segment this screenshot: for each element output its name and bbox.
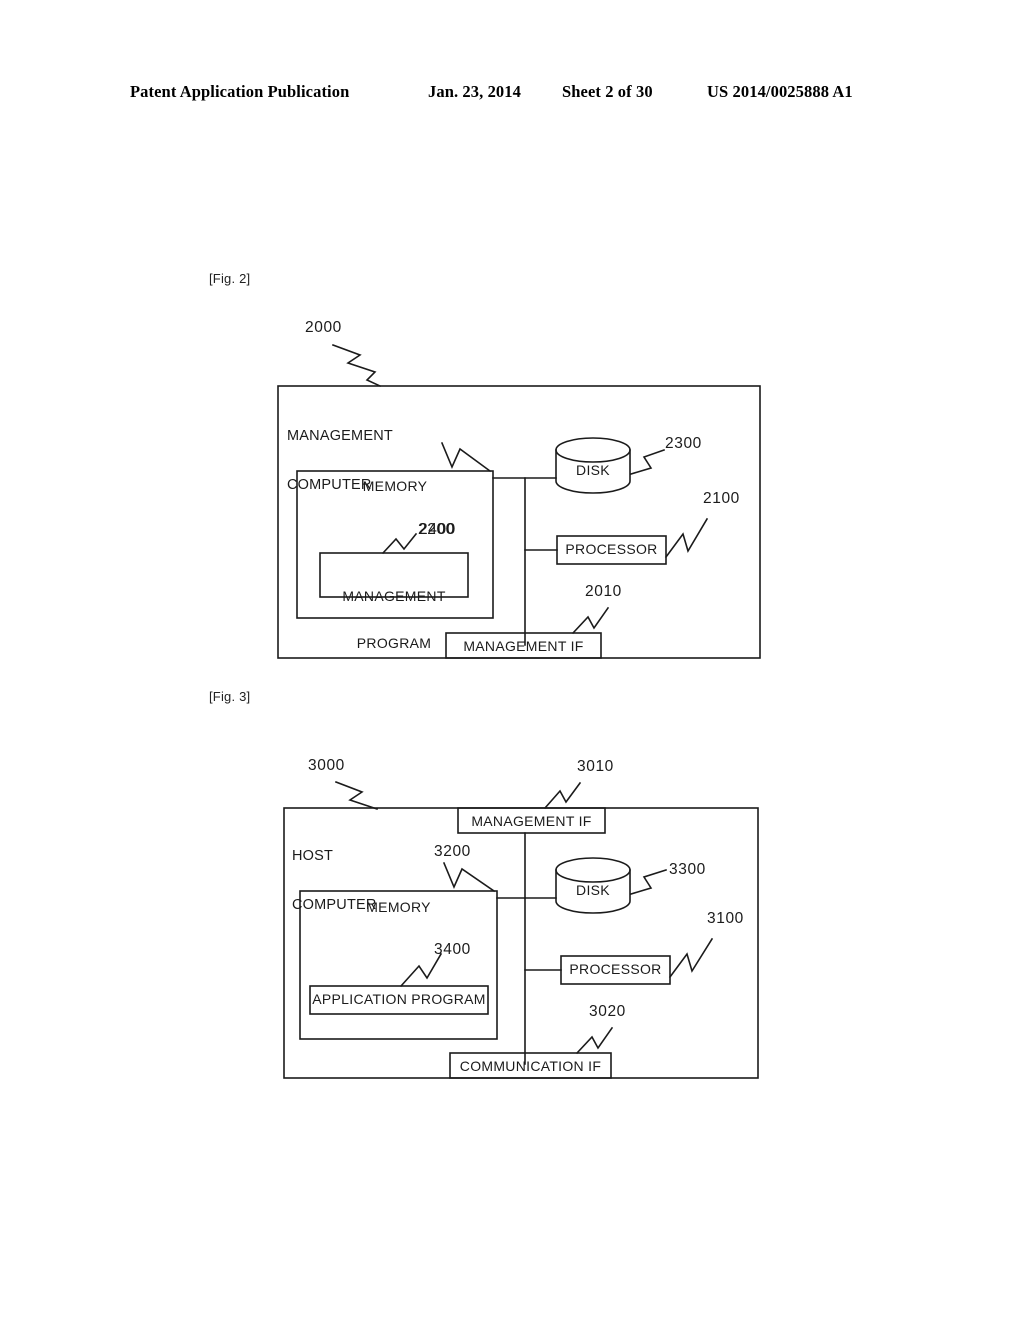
fig2-program-line1: MANAGEMENT <box>342 588 446 605</box>
fig3-communication-if-label: COMMUNICATION IF <box>459 1058 602 1074</box>
fig3-leader-3400 <box>399 952 443 988</box>
patent-drawing-canvas <box>277 343 761 1079</box>
fig2-leader-2100 <box>664 517 709 559</box>
fig3-disk-label: DISK <box>576 882 610 898</box>
fig3-processor-label: PROCESSOR <box>569 961 662 977</box>
fig3-application-program-label: APPLICATION PROGRAM <box>312 991 486 1007</box>
header-patent-number: US 2014/0025888 A1 <box>707 82 853 101</box>
fig3-ref-3010: 3010 <box>577 758 614 775</box>
fig3-management-if-label: MANAGEMENT IF <box>471 813 592 829</box>
fig3-leader-3020 <box>575 1026 614 1055</box>
fig3-leader-3300 <box>630 868 668 895</box>
fig2-leader-2400 <box>381 532 418 555</box>
fig2-leader-2000 <box>331 343 382 388</box>
fig2-leader-2010 <box>571 606 610 635</box>
fig2-disk-label: DISK <box>576 462 610 478</box>
fig2-bus-line <box>492 477 526 646</box>
fig3-ref-3100: 3100 <box>707 910 744 927</box>
fig2-ref-2000: 2000 <box>305 319 342 336</box>
figure-2-label: [Fig. 2] <box>209 271 251 286</box>
fig2-processor-label: PROCESSOR <box>565 541 658 557</box>
fig2-ref-2100: 2100 <box>703 490 740 507</box>
fig3-ref-3000: 3000 <box>308 757 345 774</box>
fig2-leader-2300 <box>630 448 666 475</box>
fig3-memory-label: MEMORY <box>366 899 431 915</box>
fig2-ref-2300: 2300 <box>665 435 702 452</box>
fig3-leader-3000 <box>334 780 379 811</box>
fig3-leader-3100 <box>668 937 714 979</box>
fig3-ref-3020: 3020 <box>589 1003 626 1020</box>
header-publication-title: Patent Application Publication <box>130 82 350 101</box>
fig3-ref-3200: 3200 <box>434 843 471 860</box>
fig2-memory-label: MEMORY <box>362 478 428 494</box>
page-header: Patent Application Publication Jan. 23, … <box>0 82 1024 110</box>
fig2-management-if-label: MANAGEMENT IF <box>463 638 584 654</box>
figure-3-label: [Fig. 3] <box>209 689 251 704</box>
fig2-disk-cylinder-top <box>555 437 631 463</box>
fig2-leader-2200 <box>440 441 492 473</box>
fig3-title-line1: HOST <box>292 848 334 865</box>
fig3-ref-3400: 3400 <box>434 941 471 958</box>
fig3-leader-3200 <box>442 861 496 893</box>
fig2-ref-2400: 2400 <box>419 521 456 538</box>
fig2-title-line1: MANAGEMENT <box>287 428 393 445</box>
fig3-leader-3010 <box>543 781 582 810</box>
header-sheet-number: Sheet 2 of 30 <box>562 82 653 101</box>
header-publication-date: Jan. 23, 2014 <box>428 82 521 101</box>
fig3-ref-3300: 3300 <box>669 861 706 878</box>
fig3-disk-cylinder-top <box>555 857 631 883</box>
fig2-ref-2010: 2010 <box>585 583 622 600</box>
